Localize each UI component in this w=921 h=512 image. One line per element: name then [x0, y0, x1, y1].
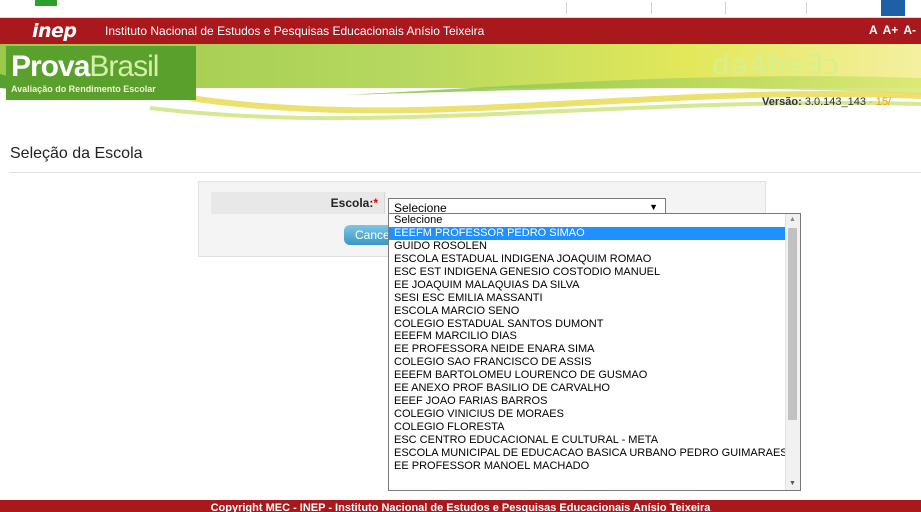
- inep-logo-text: inep: [32, 20, 77, 42]
- nav-divider: [806, 2, 807, 14]
- logo-prova-text: Prova: [11, 50, 90, 83]
- dropdown-option[interactable]: EEEFM PROFESSOR PEDRO SIMAO: [389, 226, 787, 240]
- escola-label-cell: Escola:*: [211, 192, 385, 214]
- dropdown-option[interactable]: EEEF JOAO FARIAS BARROS: [389, 395, 787, 408]
- scroll-up-icon[interactable]: ▲: [789, 216, 796, 223]
- version-info: Versão: 3.0.143_143 - 15/: [762, 96, 891, 108]
- scroll-down-icon[interactable]: ▼: [789, 480, 796, 487]
- dropdown-option[interactable]: ESCOLA ESTADUAL INDIGENA JOAQUIM ROMAO: [389, 253, 787, 266]
- footer-copyright: Copyright MEC - INEP - Instituto Naciona…: [210, 502, 711, 512]
- font-reset-button[interactable]: A: [869, 23, 878, 37]
- dropdown-option[interactable]: COLEGIO ESTADUAL SANTOS DUMONT: [389, 318, 787, 331]
- version-value: 3.0.143_143: [804, 96, 866, 108]
- dropdown-option[interactable]: COLEGIO VINICIUS DE MORAES: [389, 408, 787, 421]
- dropdown-option[interactable]: GUIDO ROSOLEN: [389, 240, 787, 253]
- dropdown-option[interactable]: ESC CENTRO EDUCACIONAL E CULTURAL - META: [389, 434, 787, 447]
- nav-divider: [566, 2, 567, 14]
- dropdown-option[interactable]: Selecione: [389, 214, 787, 227]
- version-date: - 15/: [869, 96, 892, 108]
- scrollbar-thumb[interactable]: [788, 228, 797, 420]
- dropdown-option[interactable]: SESI ESC EMILIA MASSANTI: [389, 292, 787, 305]
- prova-brasil-logo[interactable]: ProvaBrasil: [11, 50, 159, 84]
- version-label: Versão:: [762, 96, 802, 108]
- title-divider: [10, 172, 921, 173]
- prova-brasil-banner: ProvaBrasil Avaliação do Rendimento Esco…: [0, 44, 921, 122]
- escola-dropdown-list[interactable]: Selecione EEEFM PROFESSOR PEDRO SIMAO GUID…: [388, 213, 801, 491]
- required-mark: *: [373, 196, 378, 210]
- dropdown-scrollbar[interactable]: ▲ ▼: [785, 214, 800, 490]
- dropdown-options: Selecione EEEFM PROFESSOR PEDRO SIMAO GUID…: [389, 214, 787, 473]
- brazil-flag-icon[interactable]: [35, 0, 57, 6]
- dropdown-option[interactable]: ESCOLA MARCIO SENO: [389, 305, 787, 318]
- nav-divider: [725, 2, 726, 14]
- logo-subtitle: Avaliação do Rendimento Escolar: [11, 84, 156, 94]
- chevron-down-icon: ▼: [649, 202, 658, 212]
- escola-label-text: Escola:: [330, 196, 374, 210]
- dropdown-option[interactable]: EE ANEXO PROF BASILIO DE CARVALHO: [389, 382, 787, 395]
- government-top-bar: [0, 0, 921, 18]
- institution-name: Instituto Nacional de Estudos e Pesquisa…: [105, 24, 485, 38]
- dropdown-option[interactable]: EE JOAQUIM MALAQUIAS DA SILVA: [389, 279, 787, 292]
- dropdown-option[interactable]: EEEFM MARCILIO DIAS: [389, 330, 787, 343]
- brasil-gov-icon[interactable]: [881, 0, 905, 16]
- inep-logo[interactable]: inep: [32, 20, 77, 42]
- dropdown-option[interactable]: COLEGIO SAO FRANCISCO DE ASSIS: [389, 356, 787, 369]
- dropdown-option[interactable]: ESC EST INDIGENA GENESIO COSTODIO MANUEL: [389, 266, 787, 279]
- font-size-controls: A A+ A-: [869, 23, 921, 37]
- dropdown-option[interactable]: EEEFM BARTOLOMEU LOURENCO DE GUSMAO: [389, 369, 787, 382]
- inep-header-bar: inep Instituto Nacional de Estudos e Pes…: [0, 18, 921, 44]
- font-increase-button[interactable]: A+: [883, 23, 899, 37]
- escola-label: Escola:*: [331, 196, 378, 210]
- logo-brasil-text: Brasil: [89, 50, 159, 83]
- font-decrease-button[interactable]: A-: [903, 23, 916, 37]
- dropdown-option[interactable]: COLEGIO FLORESTA: [389, 421, 787, 434]
- decorative-letters: də4he∃ɔ: [712, 48, 840, 81]
- page-title: Seleção da Escola: [10, 145, 143, 162]
- footer: Copyright MEC - INEP - Instituto Naciona…: [0, 500, 921, 512]
- nav-divider: [651, 2, 652, 14]
- dropdown-option[interactable]: EE PROFESSOR MANOEL MACHADO: [389, 460, 787, 473]
- dropdown-option[interactable]: ESCOLA MUNICIPAL DE EDUCACAO BASICA URBA…: [389, 447, 787, 460]
- dropdown-option[interactable]: EE PROFESSORA NEIDE ENARA SIMA: [389, 343, 787, 356]
